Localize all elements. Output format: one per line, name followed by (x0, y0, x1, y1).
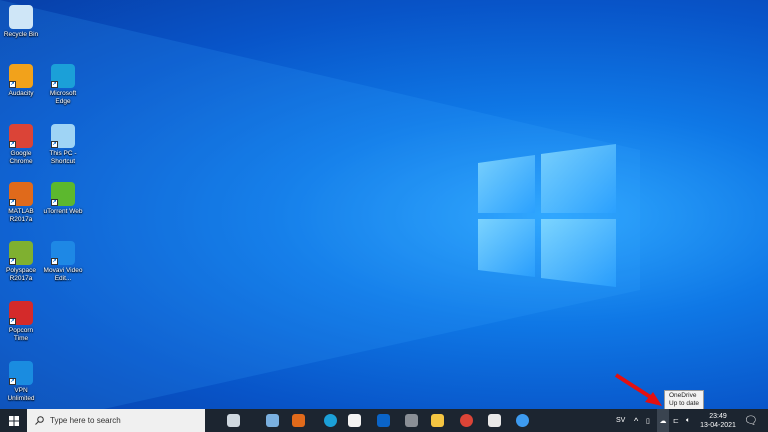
audacity-icon: ↗ (9, 64, 33, 88)
edge-icon: ↗ (51, 64, 75, 88)
matlab-icon (291, 414, 305, 427)
onedrive-cloud-icon[interactable]: ☁ (657, 409, 669, 432)
task-view-icon (226, 414, 240, 427)
start-button[interactable] (0, 409, 27, 432)
desktop-icon-label: Popcorn Time (8, 327, 34, 342)
wallpaper (0, 0, 662, 432)
polyspace-icon: ↗ (9, 241, 33, 265)
outlook-icon (376, 414, 390, 427)
store-icon (347, 414, 361, 427)
desktop-icon-label: Polyspace R2017a (6, 267, 36, 282)
taskbar-file-explorer-button[interactable] (426, 409, 448, 432)
shortcut-arrow-icon: ↗ (51, 81, 58, 88)
computer-icon: ↗ (51, 124, 75, 148)
network-app-icon (265, 414, 279, 427)
shortcut-arrow-icon: ↗ (9, 258, 16, 265)
notifications-icon[interactable]: 🗨︎ (744, 409, 758, 432)
desktop-icon-label: VPN Unlimited (7, 387, 35, 402)
desktop-icon-label: Google Chrome (9, 150, 33, 165)
desktop-icon-computer[interactable]: ↗ This PC - Shortcut (43, 124, 83, 166)
volume-icon[interactable]: 🔈︎ (686, 409, 690, 432)
show-hidden-icons-chevron-icon[interactable]: ^ (634, 409, 638, 432)
shortcut-arrow-icon: ↗ (9, 199, 16, 206)
desktop-icon-utorrent[interactable]: ↗ uTorrent Web (43, 182, 83, 216)
search-icon (35, 416, 44, 425)
taskbar-vpn-button[interactable] (511, 409, 533, 432)
vpn-icon (515, 414, 529, 427)
shortcut-arrow-icon: ↗ (51, 141, 58, 148)
settings-app-icon (404, 414, 418, 427)
desktop-icon-label: Microsoft Edge (49, 90, 77, 105)
utorrent-icon: ↗ (51, 182, 75, 206)
taskbar-chrome-button[interactable] (455, 409, 477, 432)
onedrive-tooltip: OneDrive Up to date (664, 390, 704, 410)
desktop-icon-label: This PC - Shortcut (49, 150, 77, 165)
taskbar-settings-app-button[interactable] (400, 409, 422, 432)
taskbar-task-view-button[interactable] (222, 409, 244, 432)
taskbar-store-button[interactable] (343, 409, 365, 432)
chrome-icon (459, 414, 473, 427)
taskbar-matlab-button[interactable] (287, 409, 309, 432)
windows-logo-pane (541, 219, 616, 287)
search-box[interactable]: Type here to search (27, 409, 205, 432)
shortcut-arrow-icon: ↗ (51, 258, 58, 265)
red-arrow-annotation (614, 373, 662, 406)
windows-logo-pane (478, 155, 535, 213)
desktop-icon-matlab[interactable]: ↗ MATLAB R2017a (1, 182, 41, 224)
tooltip-title: OneDrive (669, 392, 697, 399)
windows-logo-pane (541, 144, 616, 213)
desktop-icon-polyspace[interactable]: ↗ Polyspace R2017a (1, 241, 41, 283)
desktop-icon-label: Movavi Video Edit... (43, 267, 83, 282)
chrome-icon: ↗ (9, 124, 33, 148)
shortcut-arrow-icon: ↗ (51, 199, 58, 206)
language-indicator[interactable]: SV (616, 409, 625, 432)
network-icon[interactable]: ⊏ (673, 409, 679, 432)
taskbar-network-app-button[interactable] (261, 409, 283, 432)
shortcut-arrow-icon: ↗ (9, 378, 16, 385)
desktop-icon-label: MATLAB R2017a (8, 208, 34, 223)
desktop-icon-movavi[interactable]: ↗ Movavi Video Edit... (43, 241, 83, 283)
taskbar-outlook-button[interactable] (372, 409, 394, 432)
desktop-icon-recycle-bin[interactable]: Recycle Bin (1, 5, 41, 39)
desktop-icon-chrome[interactable]: ↗ Google Chrome (1, 124, 41, 166)
language-label: SV (616, 417, 626, 424)
desktop-icon-edge[interactable]: ↗ Microsoft Edge (43, 64, 83, 106)
shortcut-arrow-icon: ↗ (9, 141, 16, 148)
desktop-icon-label: Recycle Bin (3, 31, 39, 38)
file-explorer-icon (430, 414, 444, 427)
desktop-icon-label: Audacity (8, 90, 34, 97)
clock[interactable]: 23:49 13-04-2021 (700, 409, 736, 432)
popcorn-icon: ↗ (9, 301, 33, 325)
desktop-icon-label: uTorrent Web (43, 208, 83, 215)
shortcut-arrow-icon: ↗ (9, 318, 16, 325)
shortcut-arrow-icon: ↗ (9, 81, 16, 88)
tooltip-status: Up to date (669, 400, 699, 407)
recycle-bin-icon (9, 5, 33, 29)
matlab-icon: ↗ (9, 182, 33, 206)
edge-icon (323, 414, 337, 427)
desktop-icon-popcorn[interactable]: ↗ Popcorn Time (1, 301, 41, 343)
desktop-icon-audacity[interactable]: ↗ Audacity (1, 64, 41, 98)
desktop-icon-vpn[interactable]: ↗ VPN Unlimited (1, 361, 41, 403)
clock-date: 13-04-2021 (700, 421, 736, 429)
clock-time: 23:49 (709, 412, 727, 420)
taskbar-paint-app-button[interactable] (483, 409, 505, 432)
windows-start-icon (8, 415, 19, 426)
windows-logo-pane (478, 219, 535, 277)
touch-keyboard-icon[interactable]: ▯ (646, 409, 650, 432)
taskbar-edge-button[interactable] (319, 409, 341, 432)
search-placeholder: Type here to search (50, 416, 121, 425)
paint-app-icon (487, 414, 501, 427)
vpn-icon: ↗ (9, 361, 33, 385)
movavi-icon: ↗ (51, 241, 75, 265)
